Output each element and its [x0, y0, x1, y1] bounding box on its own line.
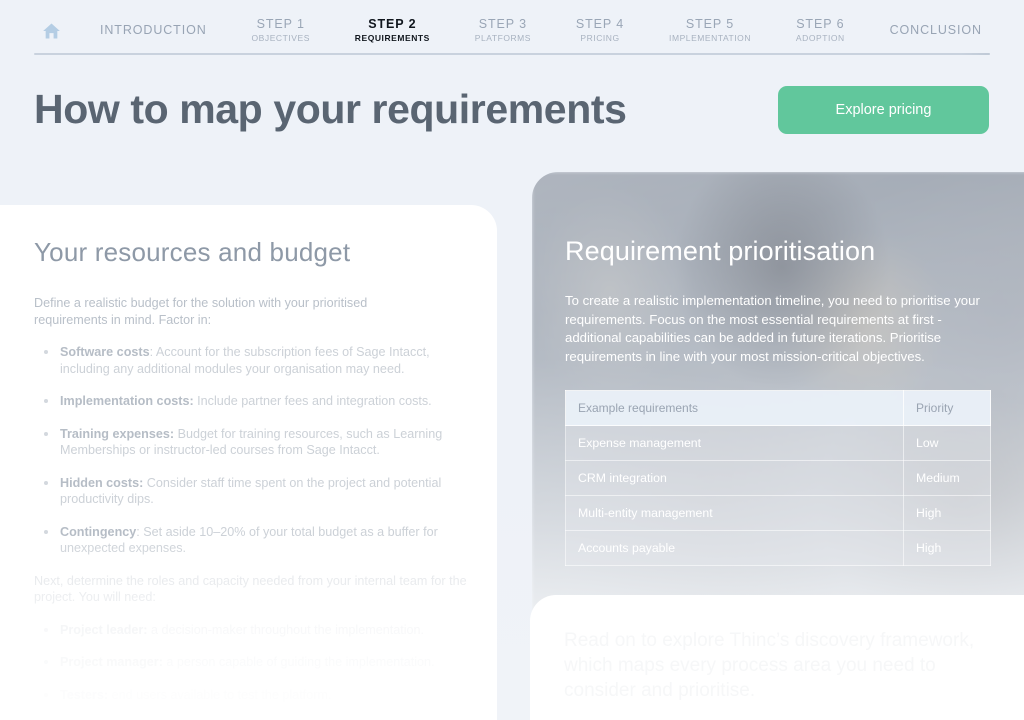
- nav-underline: [34, 53, 990, 55]
- home-button[interactable]: [34, 13, 68, 53]
- nav-item-primary: STEP 4: [575, 16, 625, 31]
- resources-and-budget-card: Your resources and budget Define a reali…: [0, 205, 497, 720]
- page-title: How to map your requirements: [34, 86, 627, 132]
- list-item-lead: Testers:: [60, 687, 109, 702]
- right-card-title: Requirement prioritisation: [565, 236, 876, 266]
- nav-item-conclusion[interactable]: CONCLUSION: [886, 0, 986, 66]
- list-item: Project manager: a person capable of gui…: [34, 654, 474, 671]
- table-header-example-requirements: Example requirements: [565, 390, 904, 426]
- list-item-lead: Contingency: [60, 524, 137, 539]
- requirement-prioritisation-card: Requirement prioritisation To create a r…: [532, 172, 1024, 642]
- list-item: Implementation costs: Include partner fe…: [34, 393, 474, 410]
- table-cell-requirement: CRM integration: [565, 460, 904, 496]
- nav-item-introduction[interactable]: INTRODUCTION: [96, 0, 211, 66]
- nav-item-secondary: OBJECTIVES: [251, 32, 310, 43]
- list-item: Hidden costs: Consider staff time spent …: [34, 475, 474, 508]
- table-header-row: Example requirements Priority: [565, 390, 991, 426]
- list-item: Training expenses: Budget for training r…: [34, 426, 474, 459]
- list-item-text: a person capable of guiding the implemen…: [166, 655, 435, 669]
- nav-item-primary: INTRODUCTION: [100, 22, 207, 37]
- left-card-subintro: Next, determine the roles and capacity n…: [34, 573, 467, 605]
- nav-item-step-3[interactable]: STEP 3 PLATFORMS: [471, 0, 535, 66]
- top-navigation: INTRODUCTION STEP 1 OBJECTIVES STEP 2 RE…: [0, 0, 1024, 66]
- left-card-title: Your resources and budget: [34, 237, 351, 267]
- nav-item-secondary: PRICING: [580, 32, 620, 43]
- nav-item-step-5[interactable]: STEP 5 IMPLEMENTATION: [665, 0, 755, 66]
- nav-item-primary: STEP 6: [796, 16, 845, 31]
- table-row: Expense management Low: [565, 425, 991, 461]
- nav-item-step-1[interactable]: STEP 1 OBJECTIVES: [248, 0, 314, 66]
- table-cell-requirement: Multi-entity management: [565, 495, 904, 531]
- page-root: INTRODUCTION STEP 1 OBJECTIVES STEP 2 RE…: [0, 0, 1024, 720]
- roles-bullet-list: Project leader: a decision-maker through…: [34, 622, 474, 720]
- list-item-lead: Project leader:: [60, 622, 148, 637]
- list-item-lead: Software costs: [60, 345, 150, 359]
- list-item: Testers: end users available to test the…: [34, 687, 474, 704]
- nav-item-primary: CONCLUSION: [889, 22, 982, 37]
- table-cell-priority: High: [903, 495, 991, 531]
- list-item-text: a decision-maker throughout the implemen…: [151, 622, 425, 637]
- list-item: Project leader: a decision-maker through…: [34, 622, 474, 639]
- nav-item-primary: STEP 5: [685, 16, 735, 31]
- table-cell-priority: Low: [903, 425, 991, 461]
- table-cell-requirement: Expense management: [565, 425, 904, 461]
- nav-item-primary: STEP 1: [256, 16, 305, 31]
- budget-bullet-list: Software costs: Account for the subscrip…: [34, 344, 474, 557]
- nav-item-secondary: REQUIREMENTS: [354, 32, 430, 43]
- list-item: Contingency: Set aside 10–20% of your to…: [34, 524, 474, 557]
- nav-items: INTRODUCTION STEP 1 OBJECTIVES STEP 2 RE…: [86, 0, 990, 66]
- table-row: CRM integration Medium: [565, 460, 991, 496]
- right-card-body: To create a realistic implementation tim…: [565, 293, 980, 364]
- nav-item-step-4[interactable]: STEP 4 PRICING: [572, 0, 628, 66]
- nav-item-step-6[interactable]: STEP 6 ADOPTION: [792, 0, 849, 66]
- list-item: Software costs: Account for the subscrip…: [34, 344, 474, 377]
- next-section-card: Read on to explore Thinc’s discovery fra…: [530, 595, 1024, 720]
- nav-item-secondary: ADOPTION: [795, 32, 845, 43]
- table-row: Accounts payable High: [565, 530, 991, 566]
- table-row: Multi-entity management High: [565, 495, 991, 531]
- list-item-lead: Training expenses:: [60, 426, 175, 441]
- requirements-table: Example requirements Priority Expense ma…: [565, 390, 991, 566]
- table-header-priority: Priority: [903, 390, 991, 426]
- nav-item-secondary: PLATFORMS: [474, 32, 532, 43]
- next-section-text: Read on to explore Thinc’s discovery fra…: [564, 630, 975, 701]
- nav-item-primary: STEP 2: [368, 16, 417, 31]
- home-icon: [41, 21, 62, 46]
- table-cell-priority: Medium: [903, 460, 991, 496]
- list-item-text: Include partner fees and integration cos…: [197, 394, 432, 408]
- list-item-lead: Implementation costs:: [60, 394, 194, 408]
- explore-pricing-button[interactable]: Explore pricing: [778, 86, 989, 134]
- nav-item-secondary: IMPLEMENTATION: [669, 32, 752, 43]
- table-cell-requirement: Accounts payable: [565, 530, 904, 566]
- list-item-lead: Project manager:: [60, 655, 163, 669]
- list-item-text: end users available to test the platform…: [111, 687, 332, 702]
- nav-item-primary: STEP 3: [478, 16, 528, 31]
- nav-item-step-2[interactable]: STEP 2 REQUIREMENTS: [351, 0, 434, 66]
- left-card-intro: Define a realistic budget for the soluti…: [34, 296, 368, 327]
- table-cell-priority: High: [903, 530, 991, 566]
- list-item-lead: Hidden costs:: [60, 475, 144, 490]
